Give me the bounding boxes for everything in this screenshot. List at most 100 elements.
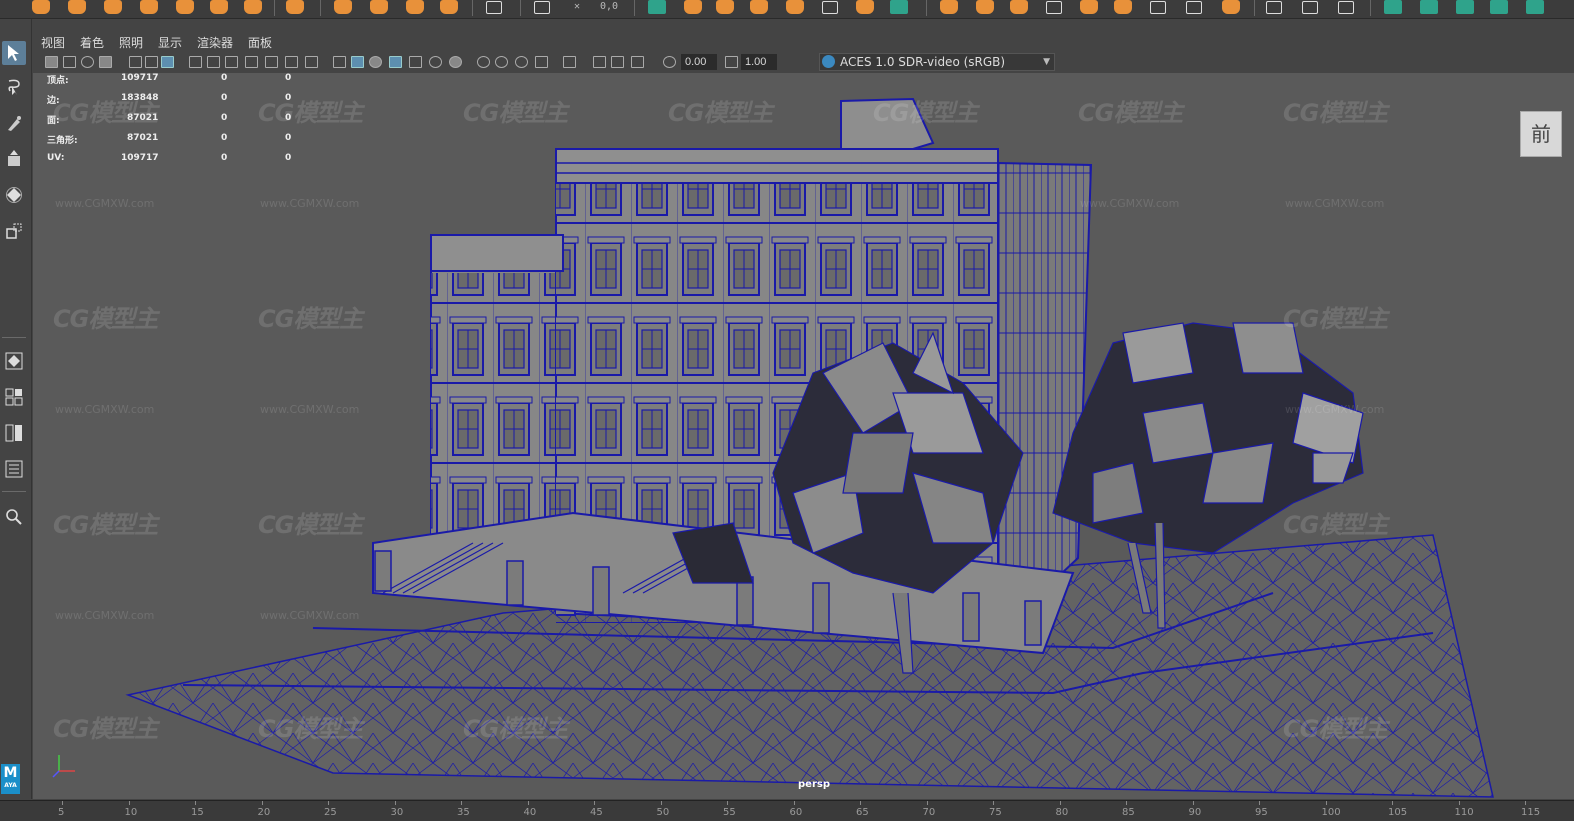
color-space-dropdown[interactable]: ACES 1.0 SDR-video (sRGB) ▼	[819, 53, 1055, 71]
mirror-icon[interactable]	[1010, 0, 1028, 14]
2d-pan-zoom-icon[interactable]	[145, 56, 158, 68]
time-slider[interactable]: 5 10 15 20 25 30 35 40 45 50 55 60 65 70 75 80 85 90 95 100…	[0, 800, 1574, 821]
isolate-select-icon[interactable]	[563, 56, 576, 68]
xray-components-icon[interactable]	[631, 56, 644, 68]
xray-joints-icon[interactable]	[611, 56, 624, 68]
menu-renderer[interactable]: 渲染器	[197, 34, 233, 51]
outliner-layout-icon[interactable]	[2, 457, 26, 481]
wireframe-icon[interactable]	[333, 56, 346, 68]
smooth-shade-icon[interactable]	[351, 56, 364, 68]
use-all-lights-icon[interactable]	[429, 56, 442, 68]
camera-bookmark-icon[interactable]	[63, 56, 76, 68]
grease-pencil-tool-icon[interactable]	[161, 56, 174, 68]
search-icon[interactable]	[2, 505, 26, 529]
menu-show[interactable]: 显示	[158, 34, 182, 51]
default-material-icon[interactable]	[369, 56, 382, 68]
rotate-tool-icon[interactable]	[2, 183, 26, 207]
shadows-icon[interactable]	[449, 56, 462, 68]
wireframe-on-shaded-icon[interactable]	[389, 56, 402, 68]
two-pane-layout-icon[interactable]	[2, 421, 26, 445]
sculpt-icon[interactable]	[1114, 0, 1132, 14]
snap-icon[interactable]	[534, 1, 550, 14]
menu-lighting[interactable]: 照明	[119, 34, 143, 51]
gate-mask-icon[interactable]	[245, 56, 258, 68]
grid-icon[interactable]	[189, 56, 202, 68]
fill-hole-icon[interactable]	[786, 0, 804, 14]
timeline-tick-mark	[1059, 801, 1061, 805]
lasso-tool-icon[interactable]	[2, 75, 26, 99]
exposure-field[interactable]: 0.00	[681, 54, 717, 70]
poly-plane-icon[interactable]	[210, 0, 228, 14]
poly-cylinder-icon[interactable]	[104, 0, 122, 14]
uv-auto-icon[interactable]	[1490, 0, 1508, 14]
poly-cone-icon[interactable]	[140, 0, 158, 14]
reduce-icon[interactable]	[976, 0, 994, 14]
pencil-icon[interactable]	[1266, 1, 1282, 14]
triangulate-icon[interactable]	[1046, 1, 1062, 14]
timeline-tick-label: 45	[590, 807, 603, 818]
single-perspective-layout-icon[interactable]	[2, 349, 26, 373]
boolean-icon[interactable]	[440, 0, 458, 14]
menu-shading[interactable]: 着色	[80, 34, 104, 51]
camera-attributes-icon[interactable]	[45, 56, 58, 68]
append-polygon-icon[interactable]	[750, 0, 768, 14]
uv-cylindrical-icon[interactable]	[1420, 0, 1438, 14]
image-plane-icon[interactable]	[81, 56, 94, 68]
extrude-icon[interactable]	[716, 0, 734, 14]
menu-view[interactable]: 视图	[41, 34, 65, 51]
anti-aliasing-icon[interactable]	[515, 56, 528, 68]
connect-icon[interactable]	[890, 0, 908, 14]
timeline-tick-mark	[594, 801, 595, 805]
resolution-gate-icon[interactable]	[225, 56, 238, 68]
poly-torus-icon[interactable]	[176, 0, 194, 14]
paint-select-tool-icon[interactable]	[2, 111, 26, 135]
transform-icon[interactable]	[1302, 1, 1318, 14]
view-cube[interactable]: 前	[1520, 111, 1562, 157]
shelf-separator	[320, 0, 321, 16]
separate-icon[interactable]	[370, 0, 388, 14]
exposure-icon[interactable]	[663, 56, 676, 68]
move-tool-icon[interactable]	[2, 147, 26, 171]
safe-title-icon[interactable]	[305, 56, 318, 68]
timeline-tick-label: 115	[1521, 807, 1541, 818]
watermark-url: www.CGMXW.com	[55, 197, 155, 210]
smooth-icon[interactable]	[940, 0, 958, 14]
poly-cube-icon[interactable]	[68, 0, 86, 14]
uv-unfold-icon[interactable]	[1526, 0, 1544, 14]
four-view-layout-icon[interactable]	[2, 385, 26, 409]
gamma-icon[interactable]	[725, 56, 738, 68]
quadrangulate-icon[interactable]	[1080, 0, 1098, 14]
poly-sphere-icon[interactable]	[32, 0, 50, 14]
motion-blur-icon[interactable]	[495, 56, 508, 68]
uv-planar-icon[interactable]	[1384, 0, 1402, 14]
target-weld-icon[interactable]	[856, 0, 874, 14]
uv-spherical-icon[interactable]	[1456, 0, 1474, 14]
lattice-icon[interactable]	[1222, 0, 1240, 14]
viewport-persp[interactable]: CG模型主 CG模型主 CG模型主 CG模型主 CG模型主 CG模型主 CG模型…	[33, 73, 1574, 799]
gamma-field[interactable]: 1.00	[741, 54, 777, 70]
film-gate-icon[interactable]	[207, 56, 220, 68]
field-chart-icon[interactable]	[265, 56, 278, 68]
safe-action-icon[interactable]	[285, 56, 298, 68]
extract-icon[interactable]	[406, 0, 424, 14]
menu-panels[interactable]: 面板	[248, 34, 272, 51]
pivot-icon[interactable]	[1338, 1, 1354, 14]
select-tool-icon[interactable]	[2, 41, 26, 65]
depth-of-field-icon[interactable]	[535, 56, 548, 68]
grease-pencil-icon[interactable]	[129, 56, 142, 68]
xray-icon[interactable]	[593, 56, 606, 68]
camera-icon[interactable]	[1186, 1, 1202, 14]
poly-soccer-ball-icon[interactable]	[286, 0, 304, 14]
retopo-icon[interactable]	[1150, 1, 1166, 14]
uv-editor-icon[interactable]	[486, 1, 502, 14]
bridge-icon[interactable]	[684, 0, 702, 14]
scale-tool-icon[interactable]	[2, 219, 26, 243]
timeline-tick-label: 15	[191, 807, 204, 818]
screen-space-ao-icon[interactable]	[477, 56, 490, 68]
combine-icon[interactable]	[334, 0, 352, 14]
textured-icon[interactable]	[409, 56, 422, 68]
bevel-icon[interactable]	[648, 0, 666, 14]
multi-cut-icon[interactable]	[822, 1, 838, 14]
lock-camera-icon[interactable]	[99, 56, 112, 68]
poly-disc-icon[interactable]	[244, 0, 262, 14]
